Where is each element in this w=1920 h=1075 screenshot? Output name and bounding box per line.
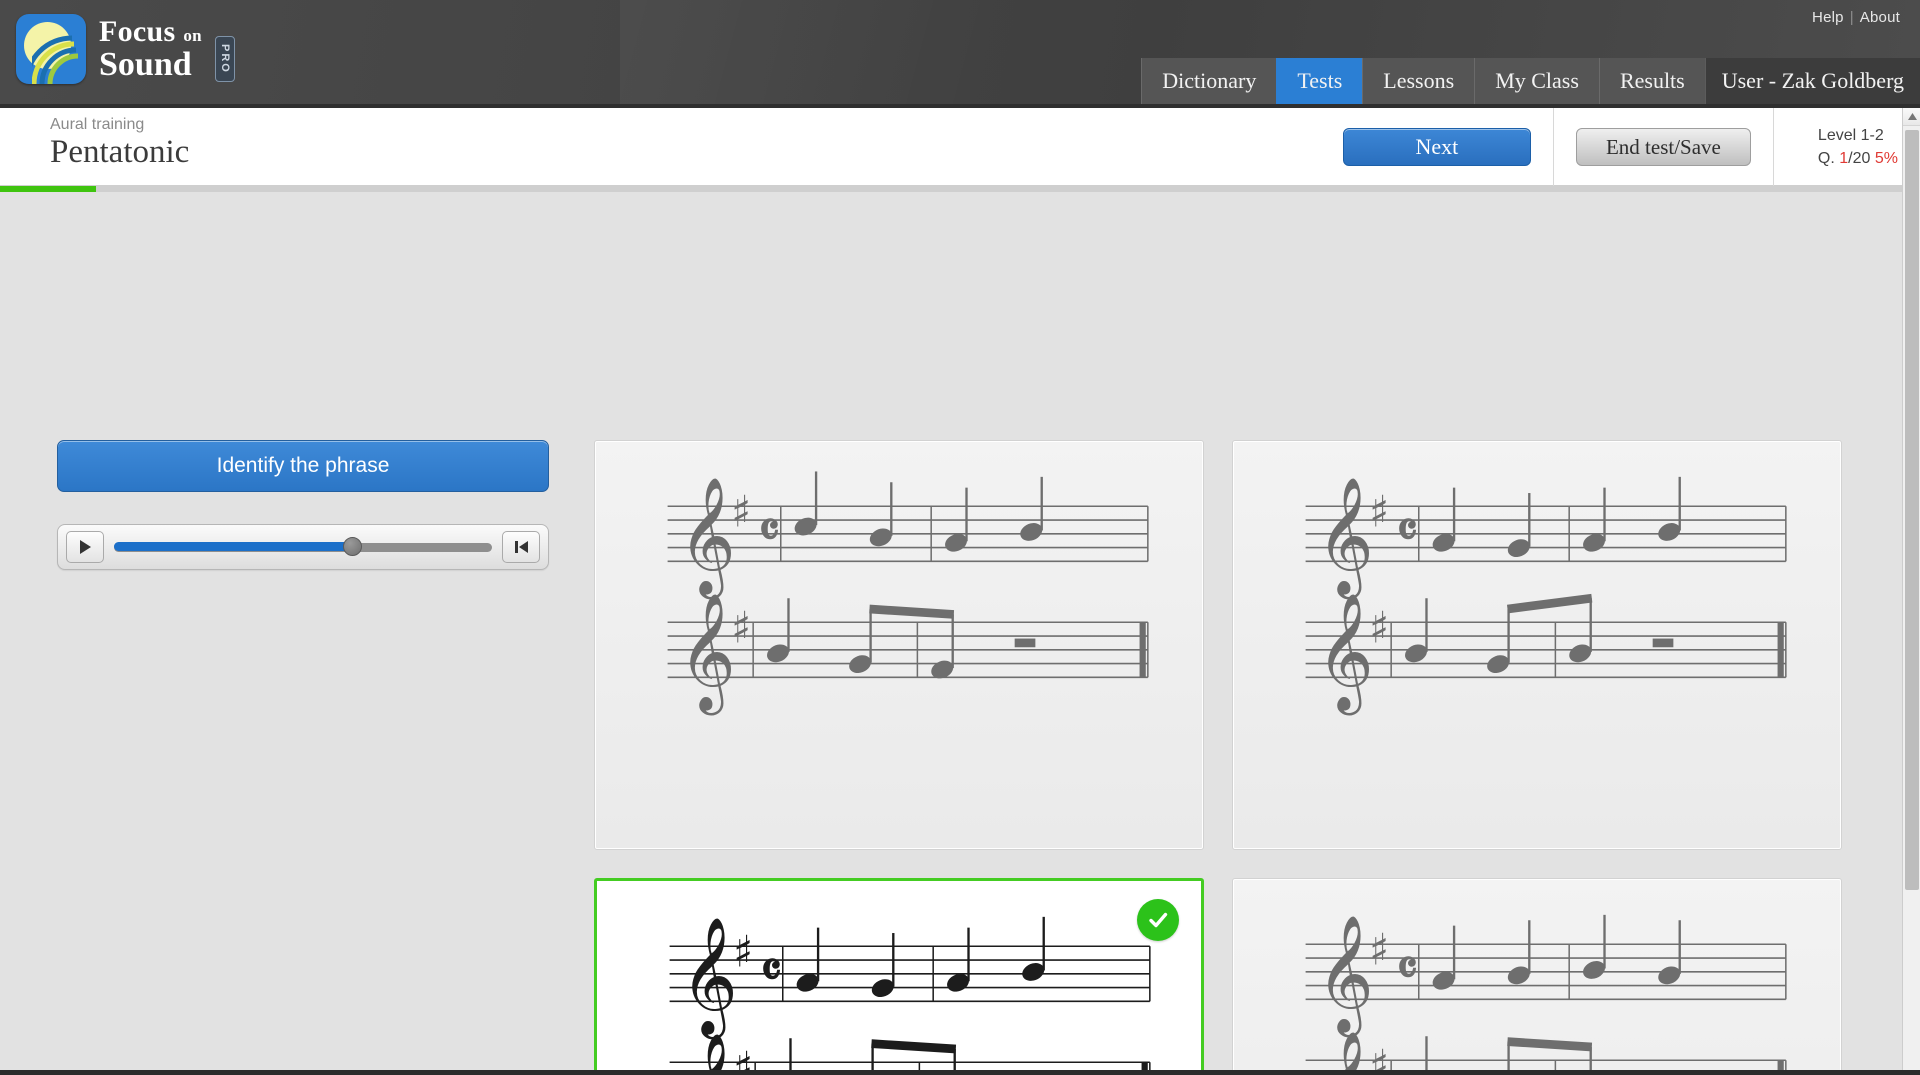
question-total: /20: [1848, 150, 1871, 167]
svg-text:𝄴: 𝄴: [1397, 504, 1418, 558]
pro-badge: PRO: [214, 36, 235, 82]
next-button[interactable]: Next: [1342, 128, 1531, 166]
svg-text:♯: ♯: [1369, 488, 1389, 538]
about-link[interactable]: About: [1860, 9, 1900, 26]
answer-option-card[interactable]: 𝄞♯𝄴𝄞♯: [1232, 878, 1842, 1075]
sub-header: Aural training Pentatonic Next End test/…: [0, 108, 1920, 186]
skip-to-start-icon[interactable]: [502, 531, 540, 563]
page-title-group: Aural training Pentatonic: [50, 116, 189, 172]
main-nav: Dictionary Tests Lessons My Class Result…: [1141, 58, 1920, 104]
main-content: Identify the phrase 𝄞♯𝄴𝄞♯𝄞♯𝄴𝄞♯𝄞♯𝄴𝄞♯𝄞♯𝄴𝄞♯: [0, 192, 1920, 1075]
nav-item-my-class[interactable]: My Class: [1474, 58, 1599, 104]
action-divider-2: [1772, 108, 1774, 186]
svg-text:𝄴: 𝄴: [761, 944, 782, 998]
music-notation: 𝄞♯𝄴𝄞♯: [1305, 915, 1787, 1075]
music-notation: 𝄞♯𝄴𝄞♯: [669, 917, 1151, 1075]
page-scrollbar[interactable]: [1902, 108, 1920, 1075]
action-divider-1: [1552, 108, 1554, 186]
nav-item-results[interactable]: Results: [1598, 58, 1705, 104]
question-status: Q. 1/20 5%: [1818, 147, 1898, 170]
seek-fill: [114, 542, 353, 551]
svg-text:♯: ♯: [733, 928, 753, 978]
svg-text:♯: ♯: [1369, 604, 1389, 654]
music-notation: 𝄞♯𝄴𝄞♯: [667, 471, 1149, 716]
breadcrumb-kicker: Aural training: [50, 116, 145, 133]
identify-the-phrase-button[interactable]: Identify the phrase: [57, 440, 549, 492]
nav-item-lessons[interactable]: Lessons: [1362, 58, 1475, 104]
left-panel: Identify the phrase: [57, 440, 549, 570]
nav-item-tests[interactable]: Tests: [1276, 58, 1363, 104]
answer-option-card[interactable]: 𝄞♯𝄴𝄞♯: [594, 878, 1204, 1075]
page-title: Pentatonic: [50, 134, 190, 170]
brand-line2: Sound: [99, 45, 192, 83]
audio-player: [57, 524, 549, 570]
sub-header-actions: Next End test/Save Level 1-2 Q. 1/20 5%: [1342, 108, 1920, 186]
logo-wave-arcs: [32, 35, 79, 84]
brand-line1: Focus: [99, 14, 176, 48]
chevron-up-icon[interactable]: [1903, 108, 1920, 126]
music-notation: 𝄞♯𝄴𝄞♯: [1305, 477, 1787, 716]
answer-options-grid: 𝄞♯𝄴𝄞♯𝄞♯𝄴𝄞♯𝄞♯𝄴𝄞♯𝄞♯𝄴𝄞♯: [594, 440, 1842, 1075]
end-test-save-button[interactable]: End test/Save: [1575, 128, 1751, 166]
svg-text:𝄞: 𝄞: [1317, 915, 1374, 1038]
seek-thumb[interactable]: [343, 537, 363, 556]
svg-text:𝄴: 𝄴: [1397, 942, 1418, 996]
nav-item-dictionary[interactable]: Dictionary: [1141, 58, 1277, 104]
svg-text:𝄞: 𝄞: [681, 1033, 738, 1075]
brand-text: Focus on Sound: [99, 14, 202, 83]
help-link[interactable]: Help: [1812, 9, 1844, 26]
question-current: 1: [1839, 150, 1849, 167]
svg-text:𝄴: 𝄴: [759, 504, 780, 558]
svg-text:♯: ♯: [731, 604, 751, 654]
svg-text:𝄞: 𝄞: [1317, 593, 1374, 716]
answer-option-card[interactable]: 𝄞♯𝄴𝄞♯: [594, 440, 1204, 850]
scrollbar-thumb[interactable]: [1905, 130, 1919, 890]
answer-option-card[interactable]: 𝄞♯𝄴𝄞♯: [1232, 440, 1842, 850]
svg-text:𝄞: 𝄞: [679, 593, 736, 716]
play-icon[interactable]: [66, 531, 104, 563]
nav-item-user[interactable]: User - Zak Goldberg: [1704, 58, 1920, 104]
top-bar: Focus on Sound PRO Help | About Dictionary…: [0, 0, 1920, 108]
svg-text:𝄞: 𝄞: [1317, 1031, 1374, 1075]
brand-on: on: [183, 25, 202, 45]
svg-text:𝄞: 𝄞: [681, 917, 738, 1040]
sun-waves-icon: [16, 14, 86, 84]
utility-links: Help | About: [1812, 9, 1900, 26]
level-label: Level 1-2: [1817, 126, 1884, 144]
question-prefix: Q.: [1817, 150, 1835, 167]
check-circle-icon: [1137, 899, 1179, 941]
utility-separator: |: [1849, 9, 1854, 26]
topbar-sheen: [620, 0, 1140, 108]
brand-logo[interactable]: Focus on Sound PRO: [16, 14, 235, 84]
svg-text:𝄞: 𝄞: [1317, 477, 1374, 600]
seek-slider[interactable]: [114, 531, 492, 563]
svg-text:♯: ♯: [1369, 926, 1389, 976]
svg-text:♯: ♯: [731, 488, 751, 538]
bottom-edge: [0, 1070, 1920, 1075]
score-percent: 5%: [1874, 150, 1898, 167]
svg-text:𝄞: 𝄞: [679, 477, 736, 600]
